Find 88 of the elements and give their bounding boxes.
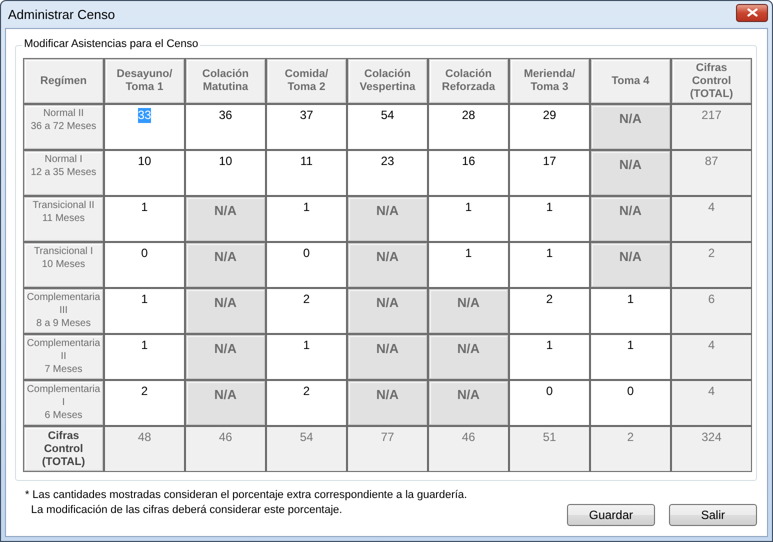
number-field[interactable]: 17	[510, 151, 589, 195]
number-field[interactable]: 37	[267, 105, 346, 149]
number-field[interactable]: 1	[105, 289, 184, 333]
number-field[interactable]: 1	[510, 197, 589, 241]
total-cell: 48	[105, 427, 184, 471]
number-field[interactable]: 36	[186, 105, 265, 149]
number-field[interactable]: 10	[186, 151, 265, 195]
total-cell: 46	[429, 427, 508, 471]
dialog-button[interactable]: Salir	[669, 504, 757, 526]
total-cell: 217	[672, 105, 751, 149]
total-cell: 51	[510, 427, 589, 471]
number-field[interactable]: 1	[267, 335, 346, 379]
number-field[interactable]: 0	[267, 243, 346, 287]
row-header: Transicional II 11 Meses	[24, 197, 103, 241]
number-field[interactable]: 1	[429, 197, 508, 241]
na-cell: N/A	[429, 381, 508, 425]
total-cell: 54	[267, 427, 346, 471]
close-button[interactable]	[736, 4, 768, 22]
total-cell: 77	[348, 427, 427, 471]
total-cell: 2	[591, 427, 670, 471]
number-field[interactable]: 16	[429, 151, 508, 195]
na-cell: N/A	[186, 289, 265, 333]
column-header: Desayuno/ Toma 1	[105, 59, 184, 103]
dialog-button[interactable]: Guardar	[567, 504, 655, 526]
column-header: Merienda/ Toma 3	[510, 59, 589, 103]
number-field[interactable]: 2	[267, 289, 346, 333]
na-cell: N/A	[348, 197, 427, 241]
total-cell: 4	[672, 197, 751, 241]
number-field[interactable]: 2	[267, 381, 346, 425]
column-header: Cifras Control (TOTAL)	[672, 59, 751, 103]
total-cell: 6	[672, 289, 751, 333]
number-field[interactable]: 23	[348, 151, 427, 195]
number-field[interactable]: 1	[510, 335, 589, 379]
number-field[interactable]: 1	[105, 197, 184, 241]
row-header: Cifras Control (TOTAL)	[24, 427, 103, 471]
number-field[interactable]: 28	[429, 105, 508, 149]
column-header: Regímen	[24, 59, 103, 103]
close-icon	[746, 8, 758, 17]
number-field[interactable]: 0	[105, 243, 184, 287]
number-field[interactable]: 10	[105, 151, 184, 195]
number-field[interactable]: 1	[267, 197, 346, 241]
number-field[interactable]: 1	[105, 335, 184, 379]
row-header: Transicional I 10 Meses	[24, 243, 103, 287]
total-cell: 324	[672, 427, 751, 471]
column-header: Colación Vespertina	[348, 59, 427, 103]
na-cell: N/A	[186, 381, 265, 425]
na-cell: N/A	[429, 289, 508, 333]
na-cell: N/A	[186, 197, 265, 241]
number-field[interactable]: 1	[591, 289, 670, 333]
na-cell: N/A	[348, 289, 427, 333]
na-cell: N/A	[348, 381, 427, 425]
na-cell: N/A	[591, 243, 670, 287]
footnote: * Las cantidades mostradas consideran el porcentaje extra correspondiente a la guardería.	[25, 489, 468, 501]
total-cell: 46	[186, 427, 265, 471]
na-cell: N/A	[591, 197, 670, 241]
window-title: Administrar Censo	[8, 7, 115, 22]
number-field[interactable]: 1	[591, 335, 670, 379]
na-cell: N/A	[429, 335, 508, 379]
row-header: Complementaria III 8 a 9 Meses	[24, 289, 103, 333]
number-field[interactable]: 1	[510, 243, 589, 287]
na-cell: N/A	[348, 335, 427, 379]
na-cell: N/A	[186, 243, 265, 287]
na-cell: N/A	[591, 151, 670, 195]
na-cell: N/A	[591, 105, 670, 149]
na-cell: N/A	[186, 335, 265, 379]
number-field[interactable]: 1	[429, 243, 508, 287]
total-cell: 87	[672, 151, 751, 195]
number-field[interactable]: 29	[510, 105, 589, 149]
number-field[interactable]: 54	[348, 105, 427, 149]
row-header: Normal II 36 a 72 Meses	[24, 105, 103, 149]
total-cell: 4	[672, 335, 751, 379]
column-header: Comida/ Toma 2	[267, 59, 346, 103]
row-header: Complementaria I 6 Meses	[24, 381, 103, 425]
total-cell: 4	[672, 381, 751, 425]
number-field[interactable]: 0	[591, 381, 670, 425]
number-field[interactable]: 2	[105, 381, 184, 425]
column-header: Toma 4	[591, 59, 670, 103]
row-header: Complementaria II 7 Meses	[24, 335, 103, 379]
number-field[interactable]: 0	[510, 381, 589, 425]
footnote: La modificación de las cifras deberá considerar este porcentaje.	[30, 504, 344, 516]
row-header: Normal I 12 a 35 Meses	[24, 151, 103, 195]
total-cell: 2	[672, 243, 751, 287]
na-cell: N/A	[348, 243, 427, 287]
number-field[interactable]: 2	[510, 289, 589, 333]
number-field[interactable]: 11	[267, 151, 346, 195]
column-header: Colación Reforzada	[429, 59, 508, 103]
group-title: Modificar Asistencias para el Censo	[22, 38, 200, 50]
column-header: Colación Matutina	[186, 59, 265, 103]
